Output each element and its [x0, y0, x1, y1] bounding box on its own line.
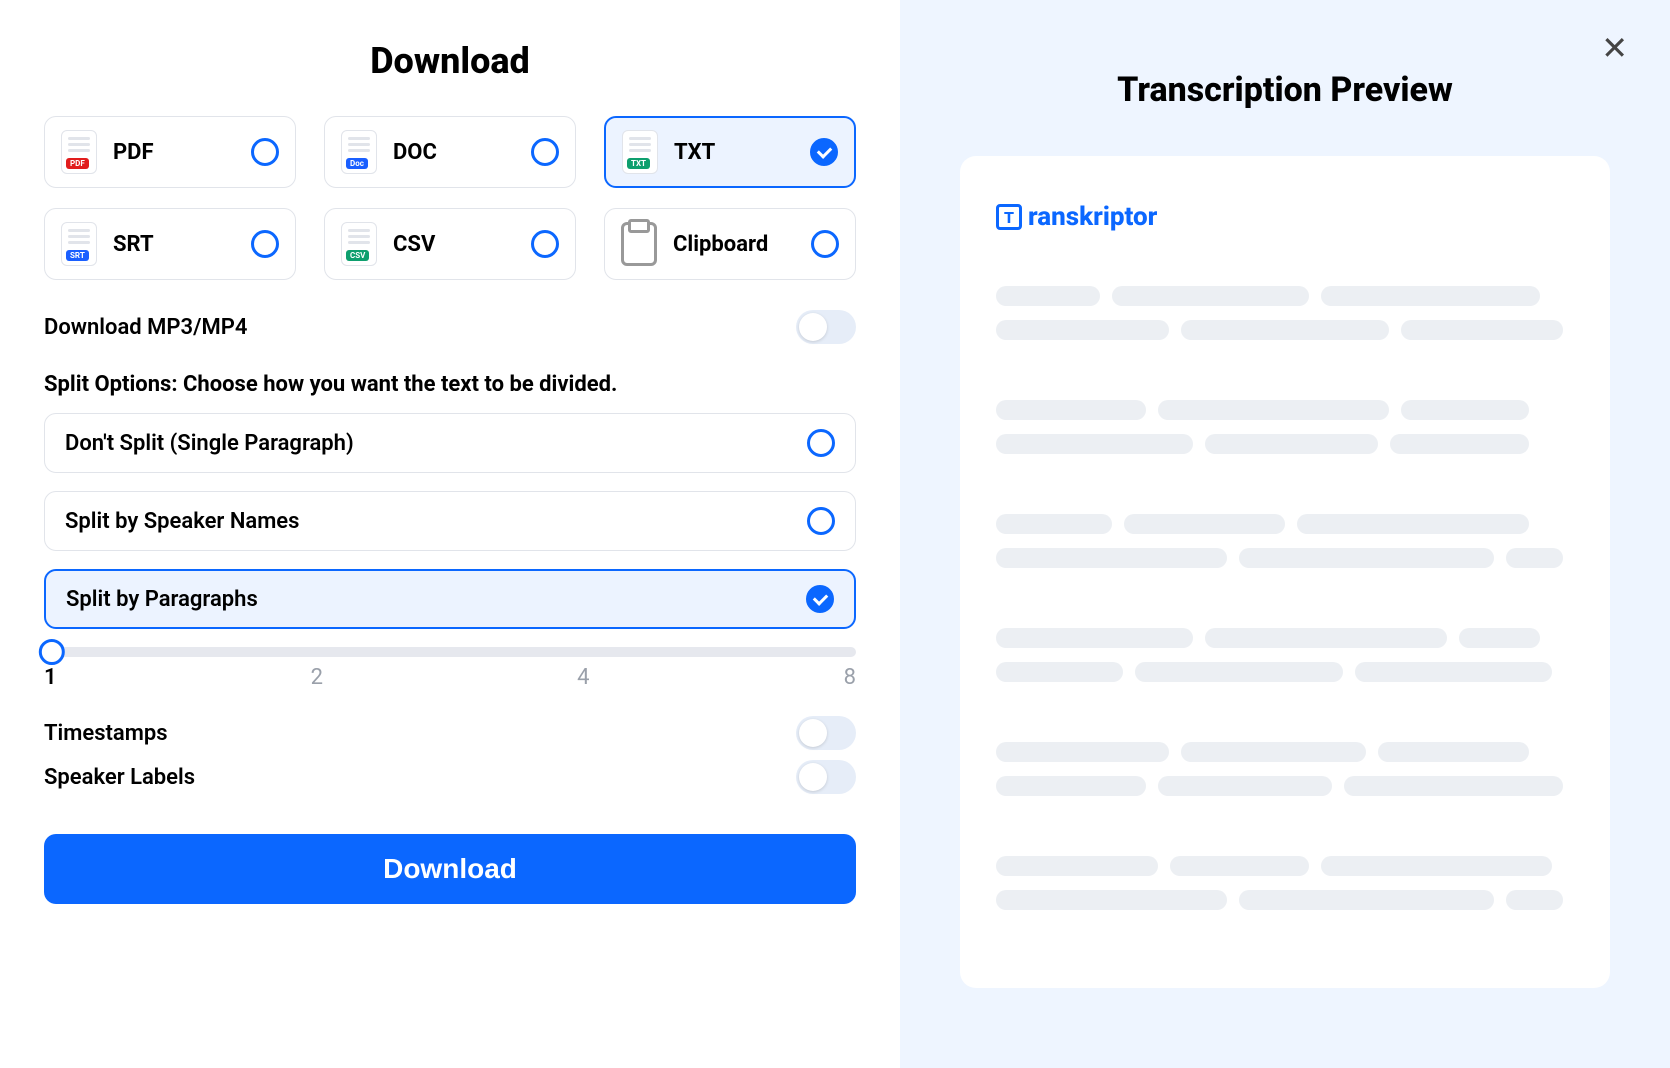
radio-check-icon — [810, 138, 838, 166]
skeleton-group — [996, 628, 1574, 682]
close-icon[interactable]: ✕ — [1601, 32, 1628, 64]
download-panel: Download PDF PDF Doc DOC TXT TXT — [0, 0, 900, 1068]
slider-ticks: 1 2 4 8 — [44, 665, 856, 690]
timestamps-row: Timestamps — [44, 716, 856, 750]
srt-tag: SRT — [66, 250, 89, 261]
split-option-paragraphs[interactable]: Split by Paragraphs — [44, 569, 856, 629]
preview-panel: ✕ Transcription Preview Transkriptor — [900, 0, 1670, 1068]
speaker-labels-row: Speaker Labels — [44, 760, 856, 794]
download-button[interactable]: Download — [44, 834, 856, 904]
preview-card: Transkriptor — [960, 156, 1610, 988]
clipboard-icon — [621, 222, 657, 266]
format-grid: PDF PDF Doc DOC TXT TXT SRT SRT — [44, 116, 856, 280]
preview-title: Transcription Preview — [960, 70, 1610, 110]
download-media-toggle[interactable] — [796, 310, 856, 344]
slider-tick: 8 — [844, 665, 856, 690]
pdf-tag: PDF — [66, 158, 89, 169]
radio-check-icon — [806, 585, 834, 613]
radio-icon — [807, 429, 835, 457]
split-option-nosplit[interactable]: Don't Split (Single Paragraph) — [44, 413, 856, 473]
format-csv[interactable]: CSV CSV — [324, 208, 576, 280]
brand-glyph-icon: T — [996, 204, 1022, 230]
radio-icon — [251, 138, 279, 166]
radio-icon — [531, 138, 559, 166]
format-txt[interactable]: TXT TXT — [604, 116, 856, 188]
csv-file-icon: CSV — [341, 222, 377, 266]
csv-tag: CSV — [346, 250, 369, 261]
timestamps-label: Timestamps — [44, 721, 168, 746]
radio-icon — [807, 507, 835, 535]
format-srt-label: SRT — [113, 232, 235, 257]
format-clipboard-label: Clipboard — [673, 232, 795, 257]
radio-icon — [531, 230, 559, 258]
txt-file-icon: TXT — [622, 130, 658, 174]
split-option-label: Split by Speaker Names — [65, 509, 299, 534]
split-options-heading: Split Options: Choose how you want the t… — [44, 372, 856, 397]
doc-file-icon: Doc — [341, 130, 377, 174]
radio-icon — [811, 230, 839, 258]
format-csv-label: CSV — [393, 232, 515, 257]
radio-icon — [251, 230, 279, 258]
format-srt[interactable]: SRT SRT — [44, 208, 296, 280]
format-doc-label: DOC — [393, 140, 515, 165]
format-clipboard[interactable]: Clipboard — [604, 208, 856, 280]
skeleton-group — [996, 856, 1574, 910]
doc-tag: Doc — [346, 158, 368, 169]
split-option-label: Split by Paragraphs — [66, 587, 258, 612]
brand-logo: Transkriptor — [996, 202, 1574, 232]
txt-tag: TXT — [627, 158, 650, 169]
split-option-label: Don't Split (Single Paragraph) — [65, 431, 354, 456]
skeleton-group — [996, 400, 1574, 454]
split-option-speaker[interactable]: Split by Speaker Names — [44, 491, 856, 551]
slider-track[interactable] — [44, 647, 856, 657]
skeleton-group — [996, 514, 1574, 568]
brand-text: ranskriptor — [1028, 202, 1157, 232]
split-options: Don't Split (Single Paragraph) Split by … — [44, 413, 856, 629]
slider-thumb[interactable] — [39, 639, 65, 665]
format-pdf-label: PDF — [113, 140, 235, 165]
format-txt-label: TXT — [674, 140, 794, 165]
slider-tick: 1 — [44, 665, 57, 690]
format-pdf[interactable]: PDF PDF — [44, 116, 296, 188]
speaker-labels-label: Speaker Labels — [44, 765, 195, 790]
download-media-row: Download MP3/MP4 — [44, 310, 856, 344]
paragraph-slider: 1 2 4 8 — [44, 647, 856, 690]
speaker-labels-toggle[interactable] — [796, 760, 856, 794]
pdf-file-icon: PDF — [61, 130, 97, 174]
download-title: Download — [44, 40, 856, 82]
timestamps-toggle[interactable] — [796, 716, 856, 750]
slider-tick: 4 — [577, 665, 589, 690]
slider-tick: 2 — [311, 665, 323, 690]
download-media-label: Download MP3/MP4 — [44, 315, 247, 340]
format-doc[interactable]: Doc DOC — [324, 116, 576, 188]
skeleton-group — [996, 286, 1574, 340]
srt-file-icon: SRT — [61, 222, 97, 266]
skeleton-group — [996, 742, 1574, 796]
